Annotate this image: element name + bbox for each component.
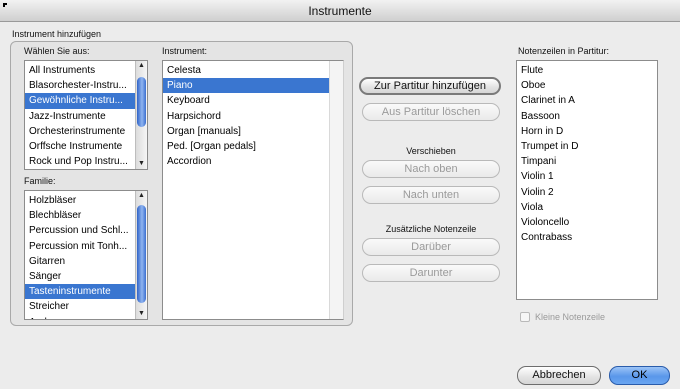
instrument-list-item[interactable]: Celesta [163, 63, 343, 78]
scroll-up-icon[interactable]: ▲ [136, 191, 147, 201]
family-list-item[interactable]: Sänger [25, 269, 135, 284]
family-list-item[interactable]: Streicher [25, 299, 135, 314]
group-title: Instrument hinzufügen [12, 29, 102, 39]
scroll-down-icon[interactable]: ▼ [136, 309, 147, 319]
ensemble-list-item-rows: All Instruments Blasorchester-Instru... Ge… [25, 61, 135, 169]
window-title: Instrumente [308, 4, 372, 18]
ensemble-list-item[interactable]: Rock und Pop Instru... [25, 154, 135, 169]
extra-staff-label: Zusätzliche Notenzeile [385, 224, 477, 234]
instrument-list[interactable]: Celesta Piano Keyboard Harpsichord Organ [ma… [162, 60, 344, 320]
family-scrollbar[interactable]: ▲ ▼ [135, 191, 147, 319]
ensemble-label: Wählen Sie aus: [24, 46, 90, 56]
small-staff-checkbox[interactable] [520, 312, 530, 322]
instrument-list-item-rows: Celesta Piano Keyboard Harpsichord Organ [ma… [163, 61, 343, 169]
score-staff-item[interactable]: Oboe [517, 78, 657, 93]
instrument-list-item[interactable]: Accordion [163, 154, 343, 169]
add-to-score-button[interactable]: Zur Partitur hinzufügen [359, 77, 501, 95]
family-list-item-rows: Holzbläser Blechbläser Percussion und Schl… [25, 191, 135, 320]
ensemble-list-item[interactable]: Orchesterinstrumente [25, 124, 135, 139]
move-down-button[interactable]: Nach unten [362, 186, 500, 204]
score-staff-item[interactable]: Violin 2 [517, 185, 657, 200]
family-list-item[interactable]: Andere [25, 315, 135, 320]
score-staff-item-rows: Flute Oboe Clarinet in A Bassoon Horn in D Tr… [517, 61, 657, 245]
ensemble-list-item[interactable]: All Instruments [25, 63, 135, 78]
score-staff-item[interactable]: Trumpet in D [517, 139, 657, 154]
family-list-item[interactable]: Tasteninstrumente [25, 284, 135, 300]
family-list-item[interactable]: Percussion und Schl... [25, 223, 135, 238]
instrument-list-item[interactable]: Keyboard [163, 93, 343, 108]
scroll-up-icon[interactable]: ▲ [136, 61, 147, 71]
move-up-button[interactable]: Nach oben [362, 160, 500, 178]
ok-button[interactable]: OK [609, 366, 670, 385]
score-staff-item[interactable]: Flute [517, 63, 657, 78]
family-list-item[interactable]: Gitarren [25, 254, 135, 269]
score-staff-item[interactable]: Bassoon [517, 109, 657, 124]
add-staff-above-button[interactable]: Darüber [362, 238, 500, 256]
scroll-down-icon[interactable]: ▼ [136, 159, 147, 169]
add-staff-below-button[interactable]: Darunter [362, 264, 500, 282]
instrument-label: Instrument: [162, 46, 208, 56]
ensemble-scrollbar[interactable]: ▲ ▼ [135, 61, 147, 169]
instrument-list-item[interactable]: Harpsichord [163, 109, 343, 124]
ensemble-list-item[interactable]: Gewöhnliche Instru... [25, 93, 135, 109]
scroll-thumb[interactable] [137, 205, 146, 303]
instrument-scroll-track [329, 61, 343, 319]
family-label: Familie: [24, 176, 56, 186]
ensemble-list-item[interactable]: Jazz-Instrumente [25, 109, 135, 124]
instrument-list-item[interactable]: Organ [manuals] [163, 124, 343, 139]
family-list[interactable]: Holzbläser Blechbläser Percussion und Schl… [24, 190, 148, 320]
ensemble-list-item[interactable]: Orffsche Instrumente [25, 139, 135, 154]
instrument-list-item[interactable]: Ped. [Organ pedals] [163, 139, 343, 154]
resize-corner-icon [3, 3, 7, 7]
scroll-thumb[interactable] [137, 77, 146, 127]
family-list-item[interactable]: Blechbläser [25, 208, 135, 223]
score-staff-item[interactable]: Violoncello [517, 215, 657, 230]
remove-from-score-button[interactable]: Aus Partitur löschen [362, 103, 500, 121]
move-label: Verschieben [406, 146, 456, 156]
score-staff-item[interactable]: Horn in D [517, 124, 657, 139]
score-staves-label: Notenzeilen in Partitur: [518, 46, 610, 56]
instrument-list-item[interactable]: Piano [163, 78, 343, 94]
cancel-button[interactable]: Abbrechen [517, 366, 601, 385]
ensemble-list[interactable]: All Instruments Blasorchester-Instru... Ge… [24, 60, 148, 170]
score-staff-item[interactable]: Clarinet in A [517, 93, 657, 108]
family-list-item[interactable]: Holzbläser [25, 193, 135, 208]
score-staff-item[interactable]: Contrabass [517, 230, 657, 245]
family-list-item[interactable]: Percussion mit Tonh... [25, 239, 135, 254]
score-staves-list[interactable]: Flute Oboe Clarinet in A Bassoon Horn in D Tr… [516, 60, 658, 300]
score-staff-item[interactable]: Viola [517, 200, 657, 215]
title-bar: Instrumente [0, 0, 680, 22]
ensemble-list-item[interactable]: Blasorchester-Instru... [25, 78, 135, 93]
small-staff-label: Kleine Notenzeile [535, 312, 606, 322]
score-staff-item[interactable]: Timpani [517, 154, 657, 169]
score-staff-item[interactable]: Violin 1 [517, 169, 657, 184]
